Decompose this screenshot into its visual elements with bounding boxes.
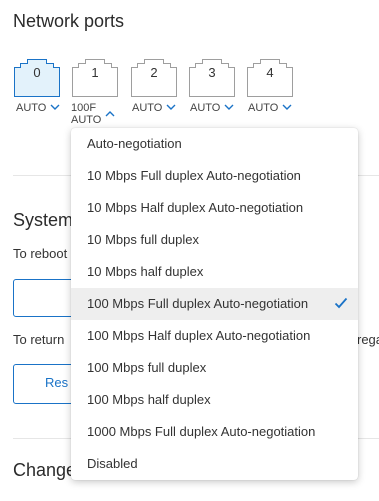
port-number: 4	[266, 65, 274, 80]
port-1[interactable]: 1 100F AUTO	[71, 58, 119, 126]
dropdown-option[interactable]: 1000 Mbps Full duplex Auto-negotiation	[71, 416, 358, 448]
dropdown-option-selected[interactable]: 100 Mbps Full duplex Auto-negotiation	[71, 288, 358, 320]
port-mode-select[interactable]: 100F AUTO	[71, 102, 115, 126]
port-mode-select[interactable]: AUTO	[132, 102, 176, 114]
dropdown-option[interactable]: 100 Mbps full duplex	[71, 352, 358, 384]
chevron-up-icon	[105, 111, 115, 117]
port-3[interactable]: 3 AUTO	[188, 58, 236, 114]
dropdown-option[interactable]: Auto-negotiation	[71, 128, 358, 160]
port-2[interactable]: 2 AUTO	[130, 58, 178, 114]
port-mode-select[interactable]: AUTO	[248, 102, 292, 114]
dropdown-option[interactable]: 100 Mbps Half duplex Auto-negotiation	[71, 320, 358, 352]
port-mode-dropdown: Auto-negotiation 10 Mbps Full duplex Aut…	[71, 128, 358, 480]
port-0[interactable]: 0 AUTO	[13, 58, 61, 114]
port-mode-value: AUTO	[16, 102, 47, 114]
page-title: Network ports	[13, 11, 125, 31]
chevron-down-icon	[50, 104, 60, 110]
check-icon	[334, 297, 348, 309]
system-section-title: System	[13, 210, 74, 230]
chevron-down-icon	[282, 104, 292, 110]
port-number: 1	[91, 65, 99, 80]
reset-button-label: Res	[45, 375, 69, 390]
reset-description-tail: rega	[357, 332, 379, 347]
port-list: 0 AUTO 1 100F AUTO 2 AUTO 3 AUTO 4 AUTO	[13, 58, 379, 130]
port-4[interactable]: 4 AUTO	[246, 58, 294, 114]
port-number: 2	[150, 65, 158, 80]
dropdown-option[interactable]: 10 Mbps half duplex	[71, 256, 358, 288]
port-mode-value: AUTO	[132, 102, 163, 114]
dropdown-option[interactable]: 100 Mbps half duplex	[71, 384, 358, 416]
port-number: 3	[208, 65, 216, 80]
port-mode-value: AUTO	[190, 102, 221, 114]
dropdown-option[interactable]: Disabled	[71, 448, 358, 480]
dropdown-option[interactable]: 10 Mbps full duplex	[71, 224, 358, 256]
port-mode-select[interactable]: AUTO	[190, 102, 234, 114]
port-mode-select[interactable]: AUTO	[16, 102, 60, 114]
reboot-description: To reboot	[13, 246, 68, 261]
port-mode-value: AUTO	[248, 102, 279, 114]
dropdown-option-label: 100 Mbps Full duplex Auto-negotiation	[87, 296, 309, 311]
chevron-down-icon	[224, 104, 234, 110]
port-number: 0	[33, 65, 41, 80]
change-section-title: Change	[13, 460, 77, 480]
reset-description: To return	[13, 332, 65, 347]
port-mode-value-secondary: AUTO	[71, 114, 102, 126]
dropdown-option[interactable]: 10 Mbps Full duplex Auto-negotiation	[71, 160, 358, 192]
chevron-down-icon	[166, 104, 176, 110]
port-mode-value: 100F	[71, 102, 97, 114]
dropdown-option[interactable]: 10 Mbps Half duplex Auto-negotiation	[71, 192, 358, 224]
